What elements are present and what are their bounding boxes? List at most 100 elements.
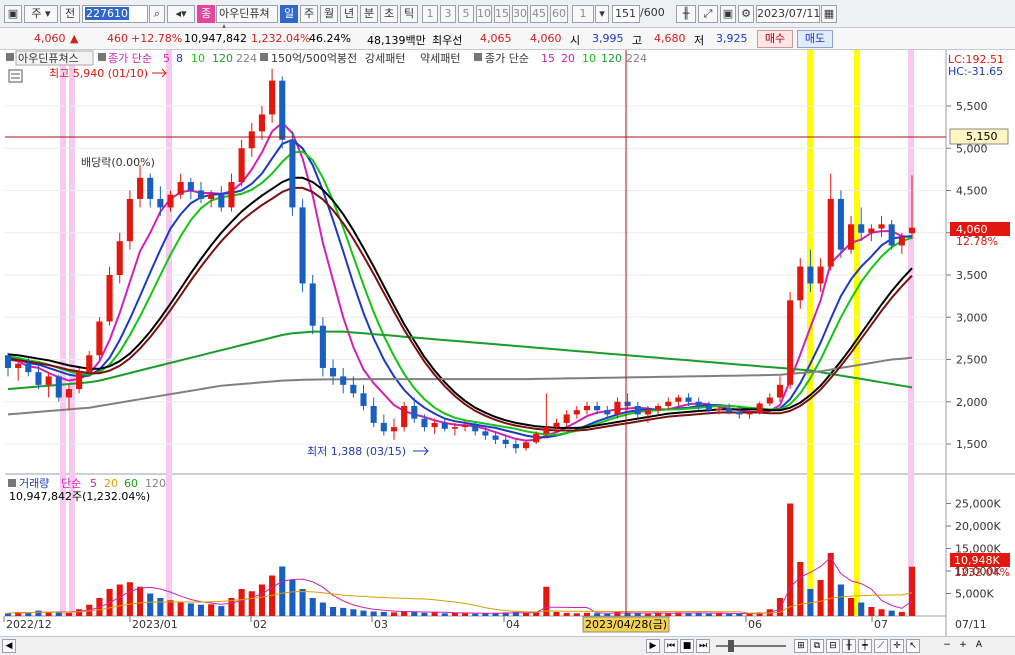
candle-body: [136, 177, 144, 199]
candle-body: [482, 431, 489, 436]
search-icon[interactable]: ⌕: [149, 5, 165, 23]
legend-ma2-label: 종가 단순: [485, 52, 529, 65]
volume-legend-icon: [8, 479, 16, 487]
zoom-in-icon[interactable]: +: [956, 639, 970, 653]
line-type-icon[interactable]: ⟋: [874, 639, 888, 653]
last-page-icon[interactable]: ⏭: [696, 639, 710, 653]
candle-body: [96, 321, 103, 356]
volume-ma-label: 단순: [61, 477, 81, 490]
count-input[interactable]: 151: [612, 5, 640, 23]
zoom-out-icon[interactable]: −: [940, 639, 954, 653]
tick-select[interactable]: 1: [572, 5, 594, 23]
date-tick-label: 2022/12: [6, 618, 52, 631]
candle-body: [228, 182, 235, 208]
period-tick[interactable]: 틱: [400, 5, 418, 23]
minute-45[interactable]: 45: [530, 5, 548, 23]
compare-icon[interactable]: ⧉: [810, 639, 824, 653]
tick-value: 1: [579, 7, 587, 20]
volume-bar: [573, 613, 580, 616]
minute-10[interactable]: 10: [476, 5, 492, 23]
candle-body: [390, 427, 398, 432]
volume-bar: [776, 598, 784, 616]
minute-3[interactable]: 3: [440, 5, 456, 23]
open-label: 시: [570, 34, 581, 47]
volume-bar: [837, 584, 844, 616]
candle-body: [573, 410, 580, 415]
current-price: 4,060: [34, 32, 66, 45]
zoom-slider[interactable]: [716, 645, 786, 647]
font-size-icon[interactable]: A: [972, 639, 986, 653]
candle-body: [197, 190, 205, 199]
date-tick-label: 04: [506, 618, 520, 631]
minute-30[interactable]: 30: [512, 5, 528, 23]
candle-body: [360, 393, 367, 406]
volume-bar: [390, 612, 398, 616]
candle-body: [309, 283, 316, 326]
volume-bar: [147, 593, 154, 616]
candle-body: [624, 401, 631, 406]
buy-button[interactable]: 매수: [757, 30, 793, 48]
window-icon[interactable]: ▣: [4, 5, 22, 23]
candle-body: [512, 444, 519, 449]
zoom-tool-icon[interactable]: ⊞: [794, 639, 808, 653]
period-week[interactable]: 주: [300, 5, 318, 23]
minute-5[interactable]: 5: [458, 5, 474, 23]
volume-bar: [848, 598, 855, 616]
zoom-slider-thumb[interactable]: [728, 640, 734, 652]
date-input[interactable]: 2023/07/11: [756, 5, 820, 23]
candle-body: [695, 401, 702, 406]
period-year[interactable]: 년: [340, 5, 358, 23]
period-minute[interactable]: 분: [360, 5, 378, 23]
stop-icon[interactable]: ■: [680, 639, 694, 653]
speaker-icon[interactable]: ◂▾: [167, 5, 195, 23]
candle-body: [472, 425, 479, 432]
gear-icon[interactable]: ⚙: [738, 5, 754, 23]
minute-15[interactable]: 15: [494, 5, 510, 23]
layout-icon[interactable]: ⊟: [826, 639, 840, 653]
stock-chart[interactable]: 5,5005,0004,5004,0003,5003,0002,5002,000…: [0, 50, 1015, 636]
crosshair-icon[interactable]: ✛: [890, 639, 904, 653]
up-arrow-icon: ▲: [70, 32, 79, 45]
scroll-left-icon[interactable]: ◀: [2, 639, 16, 653]
volume-bar: [431, 612, 438, 616]
first-page-icon[interactable]: ⏮: [664, 639, 678, 653]
calendar-icon[interactable]: ▦: [821, 5, 837, 23]
calculator-icon[interactable]: [8, 69, 23, 83]
prev-button[interactable]: 전: [60, 5, 80, 23]
legend-ma2-224: 224: [626, 52, 647, 65]
candle-body: [248, 131, 255, 149]
candle-body: [614, 401, 621, 415]
candle-body: [15, 363, 22, 368]
period-day[interactable]: 일: [280, 5, 298, 23]
volume-bar: [411, 611, 418, 616]
sell-button[interactable]: 매도: [797, 30, 833, 48]
draw-tool-icon[interactable]: ⤢: [698, 5, 718, 23]
chevron-down-icon[interactable]: ▾: [595, 5, 609, 23]
volume-bar: [76, 609, 83, 616]
market-select[interactable]: 주 ▾: [24, 5, 58, 23]
code-input[interactable]: 227610: [82, 5, 148, 23]
bar-type-icon[interactable]: ┿: [858, 639, 872, 653]
volume-bar: [309, 598, 316, 616]
scroll-bar[interactable]: ◀ ▶ ⏮ ■ ⏭ ⊞ ⧉ ⊟ ╫ ┿ ⟋ ✛ ↖ − + A: [0, 636, 1015, 655]
volume-bar: [136, 586, 144, 616]
cursor-icon[interactable]: ↖: [906, 639, 920, 653]
save-icon[interactable]: ▣: [720, 5, 736, 23]
highlight-stripe: [69, 50, 75, 616]
scroll-right-icon[interactable]: ▶: [646, 639, 660, 653]
stock-name[interactable]: 아우딘퓨쳐스: [216, 5, 278, 36]
volume-bar: [289, 580, 296, 616]
candle-type-icon[interactable]: ╫: [842, 639, 856, 653]
volume-bar: [644, 613, 651, 616]
candle-body: [776, 384, 784, 398]
volume-bar: [218, 606, 225, 616]
minute-60[interactable]: 60: [550, 5, 568, 23]
period-second[interactable]: 초: [380, 5, 398, 23]
price-tick-label: 2,500: [956, 354, 988, 367]
volume-bar: [898, 611, 905, 616]
candle-body: [736, 411, 743, 415]
candle-icon[interactable]: ╫: [676, 5, 696, 23]
minute-1[interactable]: 1: [422, 5, 438, 23]
period-month[interactable]: 월: [320, 5, 338, 23]
volume-bar: [187, 603, 194, 616]
